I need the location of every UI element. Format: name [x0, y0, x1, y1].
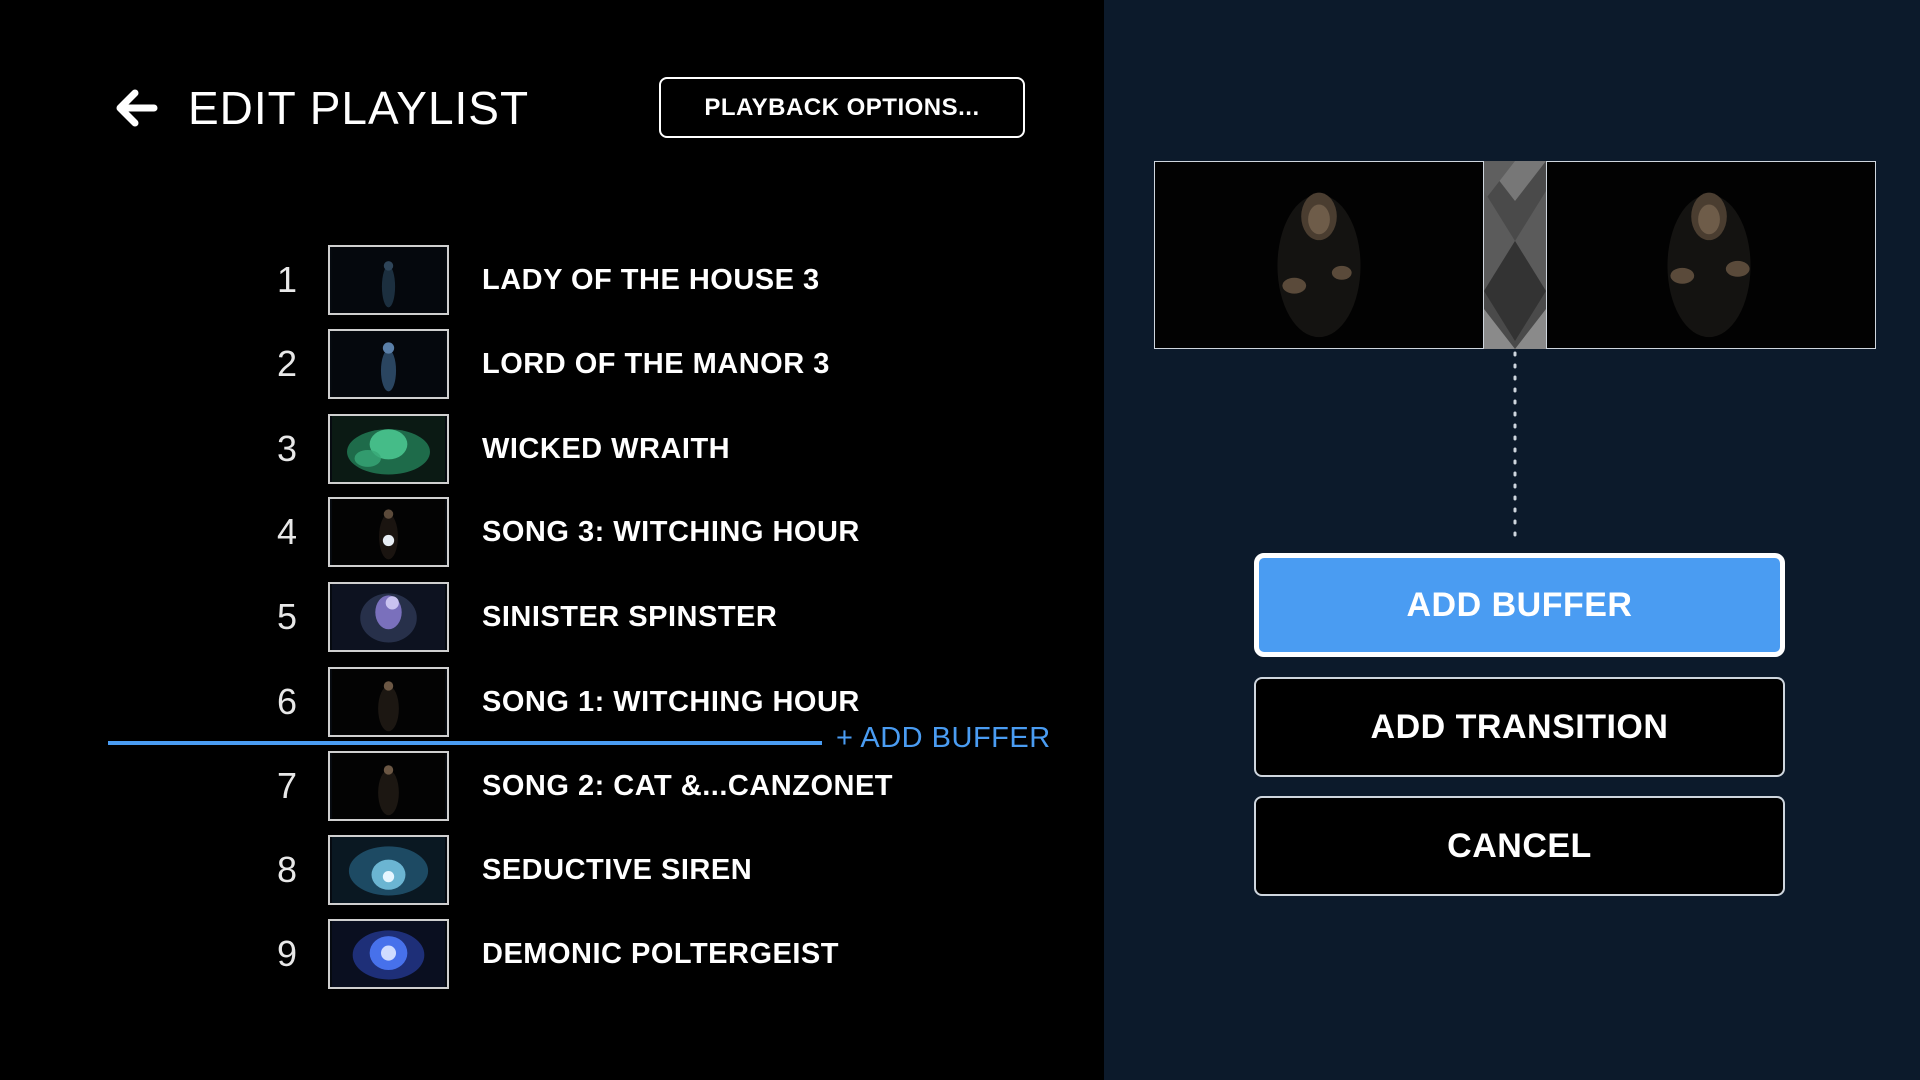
buffer-gap-icon [1484, 161, 1546, 349]
item-number: 3 [276, 428, 298, 469]
playlist-item[interactable]: 8 SEDUCTIVE SIREN [0, 835, 1104, 905]
playlist-item[interactable]: 4 SONG 3: WITCHING HOUR [0, 497, 1104, 567]
playlist-item[interactable]: 7 SONG 2: CAT &...CANZONET [0, 751, 1104, 821]
playlist-item[interactable]: 3 WICKED WRAITH [0, 414, 1104, 484]
video-thumbnail [328, 245, 449, 315]
video-thumbnail [328, 919, 449, 989]
playlist-panel: EDIT PLAYLIST PLAYBACK OPTIONS... 1 LADY… [0, 0, 1104, 1080]
item-number: 5 [276, 596, 298, 637]
item-title: WICKED WRAITH [482, 433, 731, 465]
video-thumbnail [328, 414, 449, 484]
playlist-item[interactable]: 1 LADY OF THE HOUSE 3 [0, 245, 1104, 315]
item-number: 4 [276, 511, 298, 552]
playlist-item[interactable]: 5 SINISTER SPINSTER [0, 582, 1104, 652]
insert-point-line [108, 741, 822, 745]
item-title: SONG 1: WITCHING HOUR [482, 686, 860, 718]
item-title: LADY OF THE HOUSE 3 [482, 264, 820, 296]
page-title: EDIT PLAYLIST [188, 82, 530, 134]
video-thumbnail [328, 751, 449, 821]
item-title: SONG 3: WITCHING HOUR [482, 516, 860, 548]
back-arrow-icon [116, 89, 158, 127]
item-title: SEDUCTIVE SIREN [482, 854, 753, 886]
playlist-item[interactable]: 9 DEMONIC POLTERGEIST [0, 919, 1104, 989]
item-number: 2 [276, 343, 298, 384]
item-title: DEMONIC POLTERGEIST [482, 938, 839, 970]
add-buffer-button[interactable]: ADD BUFFER [1254, 553, 1785, 657]
video-thumbnail [328, 667, 449, 737]
playlist-item[interactable]: 2 LORD OF THE MANOR 3 [0, 329, 1104, 399]
next-clip-preview [1546, 161, 1876, 349]
item-number: 8 [276, 849, 298, 890]
item-number: 6 [276, 681, 298, 722]
item-title: LORD OF THE MANOR 3 [482, 348, 830, 380]
insert-connector-line [1513, 351, 1517, 543]
clip-preview [1154, 161, 1876, 349]
previous-clip-preview [1154, 161, 1484, 349]
back-button[interactable] [110, 83, 160, 133]
video-thumbnail [328, 497, 449, 567]
add-transition-button[interactable]: ADD TRANSITION [1254, 677, 1785, 777]
video-thumbnail [328, 582, 449, 652]
item-number: 7 [276, 765, 298, 806]
cancel-button[interactable]: CANCEL [1254, 796, 1785, 896]
item-number: 9 [276, 933, 298, 974]
item-title: SONG 2: CAT &...CANZONET [482, 770, 894, 802]
item-title: SINISTER SPINSTER [482, 601, 778, 633]
playback-options-button[interactable]: PLAYBACK OPTIONS... [659, 77, 1025, 138]
item-number: 1 [276, 259, 298, 300]
video-thumbnail [328, 329, 449, 399]
video-thumbnail [328, 835, 449, 905]
